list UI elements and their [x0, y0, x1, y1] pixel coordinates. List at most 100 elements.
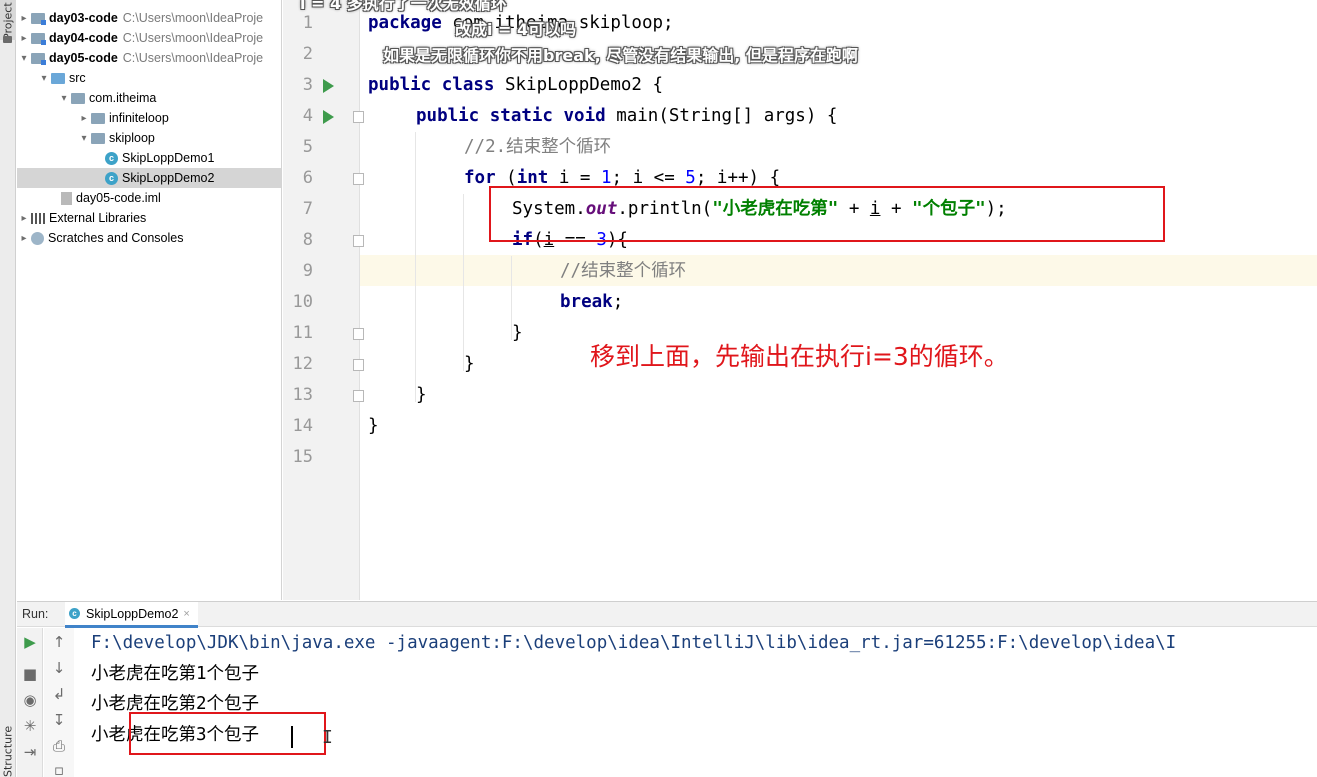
run-tab[interactable]: c SkipLoppDemo2 × — [65, 602, 198, 628]
tool-window-strip: Project Structure — [0, 0, 16, 777]
line-number: 12 — [292, 354, 313, 374]
tree-item-skiploop[interactable]: ▾ skiploop — [17, 128, 281, 148]
console-toolbar: ↑ ↓ ↲ ↧ ⎙ ▫ — [44, 628, 74, 777]
highlight-box-output — [129, 712, 326, 755]
close-icon[interactable]: × — [183, 608, 189, 620]
code-line-14[interactable]: } — [368, 411, 379, 442]
trash-icon[interactable]: ▫ — [51, 761, 67, 777]
source-folder-icon — [51, 72, 65, 84]
package-icon — [91, 132, 105, 144]
package-icon — [91, 112, 105, 124]
fold-icon[interactable] — [353, 111, 364, 123]
line-number: 14 — [292, 416, 313, 436]
project-tool-icon — [3, 36, 12, 43]
run-toolbar: ▶ ■ ◉ ✳ ⇥ — [17, 628, 43, 777]
module-folder-icon — [31, 12, 46, 25]
code-line-13[interactable]: } — [416, 380, 427, 411]
java-class-icon: c — [69, 608, 80, 619]
line-number: 6 — [302, 168, 313, 188]
rerun-icon[interactable]: ▶ — [22, 633, 38, 651]
module-folder-icon — [31, 52, 46, 65]
run-label: Run: — [22, 607, 49, 621]
module-folder-icon — [31, 32, 46, 45]
tree-item-scratches[interactable]: ▸ Scratches and Consoles — [17, 228, 281, 248]
java-class-icon: c — [105, 151, 118, 165]
line-number: 7 — [302, 199, 313, 219]
chevron-right-icon[interactable]: ▸ — [77, 113, 91, 124]
indent-guide — [463, 194, 464, 371]
camera-icon[interactable]: ◉ — [22, 691, 38, 709]
fold-icon[interactable] — [353, 390, 364, 402]
arrow-up-icon[interactable]: ↑ — [51, 633, 67, 651]
soft-wrap-icon[interactable]: ↲ — [51, 685, 67, 703]
structure-tool-tab[interactable]: Structure — [0, 726, 16, 777]
editor-gutter: 1 2 3 4 5 6 7 8 9 10 11 12 13 14 15 — [283, 0, 364, 600]
code-line-11[interactable]: } — [512, 318, 523, 349]
subtitle-top: i = 4 多执行了一次无效循环 — [300, 0, 507, 13]
package-icon — [71, 92, 85, 104]
annotation-text: 移到上面，先输出在执行i=3的循环。 — [590, 342, 1009, 371]
tree-item-day04-code[interactable]: ▸ day04-code C:\Users\moon\IdeaProje — [17, 28, 281, 48]
line-number: 9 — [302, 261, 313, 281]
ibeam-cursor-icon: I — [322, 727, 333, 748]
arrow-down-icon[interactable]: ↓ — [51, 659, 67, 677]
chevron-down-icon[interactable]: ▾ — [37, 73, 51, 84]
tree-item-day05-code[interactable]: ▾ day05-code C:\Users\moon\IdeaProje — [17, 48, 281, 68]
highlight-box-println — [489, 186, 1165, 242]
code-line-5[interactable]: //2.结束整个循环 — [464, 132, 611, 163]
run-panel-header: Run: c SkipLoppDemo2 × — [17, 601, 1317, 628]
code-line-9[interactable]: //结束整个循环 — [560, 256, 686, 287]
chevron-down-icon[interactable]: ▾ — [57, 93, 71, 104]
chevron-right-icon[interactable]: ▸ — [17, 33, 31, 44]
subtitle-line-1: 改成i = 4可以吗 — [455, 20, 577, 39]
exit-icon[interactable]: ⇥ — [22, 743, 38, 761]
chevron-down-icon[interactable]: ▾ — [17, 53, 31, 64]
project-tree: ▸ day03-code C:\Users\moon\IdeaProje ▸ d… — [17, 0, 282, 600]
line-number: 5 — [302, 137, 313, 157]
run-class-icon[interactable] — [323, 79, 334, 93]
tree-item-day03-code[interactable]: ▸ day03-code C:\Users\moon\IdeaProje — [17, 8, 281, 28]
scroll-to-end-icon[interactable]: ↧ — [51, 711, 67, 729]
console-output-line: 小老虎在吃第1个包子 — [91, 664, 260, 684]
tree-item-iml[interactable]: day05-code.iml — [17, 188, 281, 208]
code-line-12[interactable]: } — [464, 349, 475, 380]
text-caret — [291, 726, 293, 748]
print-icon[interactable]: ⎙ — [51, 737, 67, 755]
code-editor[interactable]: 1 2 3 4 5 6 7 8 9 10 11 12 13 14 15 pack… — [283, 0, 1317, 600]
fold-icon[interactable] — [353, 173, 364, 185]
tree-item-com-itheima[interactable]: ▾ com.itheima — [17, 88, 281, 108]
run-main-icon[interactable] — [323, 110, 334, 124]
line-number: 4 — [302, 106, 313, 126]
line-number: 11 — [292, 323, 313, 343]
tree-item-skiploppdemo2[interactable]: c SkipLoppDemo2 — [17, 168, 281, 188]
line-number: 10 — [292, 292, 313, 312]
stop-icon[interactable]: ■ — [22, 665, 38, 683]
tree-item-skiploppdemo1[interactable]: c SkipLoppDemo1 — [17, 148, 281, 168]
line-number: 15 — [292, 447, 313, 467]
tree-item-external-libraries[interactable]: ▸ External Libraries — [17, 208, 281, 228]
java-class-icon: c — [105, 171, 118, 185]
line-number: 13 — [292, 385, 313, 405]
subtitle-line-2: 如果是无限循环你不用break, 尽管没有结果输出, 但是程序在跑啊 — [383, 46, 858, 65]
iml-file-icon — [61, 191, 72, 205]
chevron-right-icon[interactable]: ▸ — [17, 213, 31, 224]
indent-guide — [415, 132, 416, 402]
console-command-line: F:\develop\JDK\bin\java.exe -javaagent:F… — [91, 633, 1177, 653]
code-line-4[interactable]: public static void main(String[] args) { — [416, 101, 837, 132]
project-tool-tab[interactable]: Project — [0, 0, 16, 40]
chevron-right-icon[interactable]: ▸ — [17, 233, 31, 244]
current-line-highlight — [360, 255, 1317, 286]
code-line-10[interactable]: break; — [560, 287, 623, 318]
fold-icon[interactable] — [353, 328, 364, 340]
scratches-icon — [31, 231, 44, 245]
line-number: 2 — [302, 44, 313, 64]
code-line-3[interactable]: public class SkipLoppDemo2 { — [368, 70, 663, 101]
fold-icon[interactable] — [353, 235, 364, 247]
library-icon — [31, 212, 45, 224]
chevron-down-icon[interactable]: ▾ — [77, 133, 91, 144]
chevron-right-icon[interactable]: ▸ — [17, 13, 31, 24]
tree-item-src[interactable]: ▾ src — [17, 68, 281, 88]
fold-icon[interactable] — [353, 359, 364, 371]
debug-icon[interactable]: ✳ — [22, 717, 38, 735]
tree-item-infiniteloop[interactable]: ▸ infiniteloop — [17, 108, 281, 128]
